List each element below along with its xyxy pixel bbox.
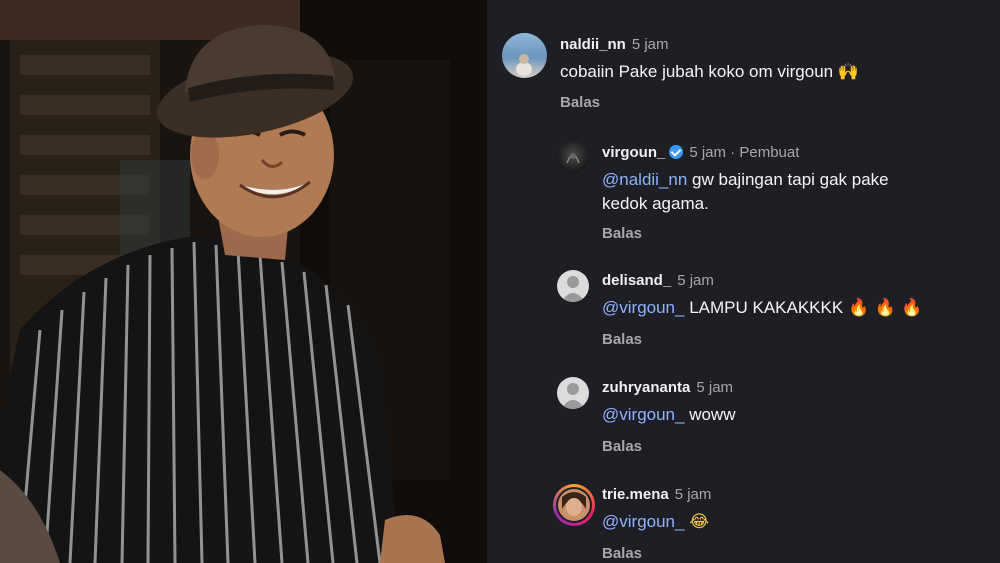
comment-header: trie.mena 5 jam	[602, 486, 711, 503]
avatar-ring	[556, 487, 592, 523]
photo-illustration	[0, 0, 487, 563]
raised-hands-emoji: 🙌	[837, 62, 860, 82]
mention-link[interactable]: @naldii_nn	[602, 170, 687, 189]
mention-link[interactable]: @virgoun_	[602, 512, 684, 531]
person-silhouette-icon	[561, 276, 585, 302]
comment-header: delisand_ 5 jam	[602, 272, 714, 289]
comment-text-content: cobaiin Pake jubah koko om virgoun	[560, 62, 834, 81]
reply-comment-item: trie.mena 5 jam @virgoun_ 😂 Balas	[487, 472, 1000, 563]
avatar[interactable]	[557, 141, 589, 173]
reply-comment-item: delisand_ 5 jam @virgoun_ LAMPU KAKAKKKK …	[487, 258, 1000, 353]
username[interactable]: trie.mena	[602, 486, 669, 503]
timestamp: 5 jam	[677, 272, 714, 289]
default-avatar-icon[interactable]	[557, 377, 589, 409]
comment-text: @naldii_nn gw bajingan tapi gak pake ked…	[602, 168, 982, 216]
comment-text: cobaiin Pake jubah koko om virgoun 🙌	[560, 60, 859, 84]
username[interactable]: delisand_	[602, 272, 671, 289]
reply-button[interactable]: Balas	[602, 331, 642, 348]
comment-text: @virgoun_ LAMPU KAKAKKKK 🔥 🔥 🔥	[602, 296, 922, 320]
comment-text-line1: gw bajingan tapi gak pake	[687, 170, 889, 189]
reply-button[interactable]: Balas	[602, 225, 642, 242]
comment-text: @virgoun_ woww	[602, 403, 735, 427]
username[interactable]: naldii_nn	[560, 36, 626, 53]
comment-text-line2: kedok agama.	[602, 194, 709, 213]
reply-button[interactable]: Balas	[602, 438, 642, 455]
comments-panel: naldii_nn 5 jam cobaiin Pake jubah koko o…	[487, 0, 1000, 563]
default-avatar-icon[interactable]	[557, 270, 589, 302]
timestamp: 5 jam	[631, 36, 669, 53]
laughing-emoji: 😂	[689, 512, 710, 532]
comment-header: virgoun_ 5 jam · Pembuat	[602, 144, 799, 161]
reply-comment-item: zuhryananta 5 jam @virgoun_ woww Balas	[487, 365, 1000, 460]
comment-text: @virgoun_ 😂	[602, 510, 709, 534]
timestamp: 5 jam	[696, 379, 734, 396]
verified-badge-icon	[669, 145, 684, 159]
reply-button[interactable]: Balas	[560, 94, 600, 111]
timestamp: 5 jam	[674, 486, 712, 503]
person-silhouette-icon	[561, 383, 585, 409]
avatar[interactable]	[502, 33, 547, 78]
mention-link[interactable]: @virgoun_	[602, 298, 684, 317]
comment-text-content: LAMPU KAKAKKKK	[684, 298, 844, 317]
post-photo	[0, 0, 487, 563]
username[interactable]: virgoun_	[602, 144, 665, 161]
avatar-image	[558, 489, 590, 521]
reply-button[interactable]: Balas	[602, 545, 642, 562]
timestamp: 5 jam	[689, 144, 727, 161]
username[interactable]: zuhryananta	[602, 379, 690, 396]
avatar-image	[566, 153, 580, 164]
comment-text-content: woww	[684, 405, 736, 424]
comment-item: naldii_nn 5 jam cobaiin Pake jubah koko o…	[487, 0, 1000, 120]
reply-comment-item: virgoun_ 5 jam · Pembuat @naldii_nn gw ba…	[487, 130, 1000, 245]
avatar[interactable]	[553, 484, 595, 526]
fire-emoji: 🔥 🔥 🔥	[847, 298, 923, 318]
comment-header: naldii_nn 5 jam	[560, 36, 669, 53]
avatar-image	[516, 54, 532, 76]
comment-header: zuhryananta 5 jam	[602, 379, 733, 396]
mention-link[interactable]: @virgoun_	[602, 405, 684, 424]
creator-label: · Pembuat	[726, 144, 800, 161]
